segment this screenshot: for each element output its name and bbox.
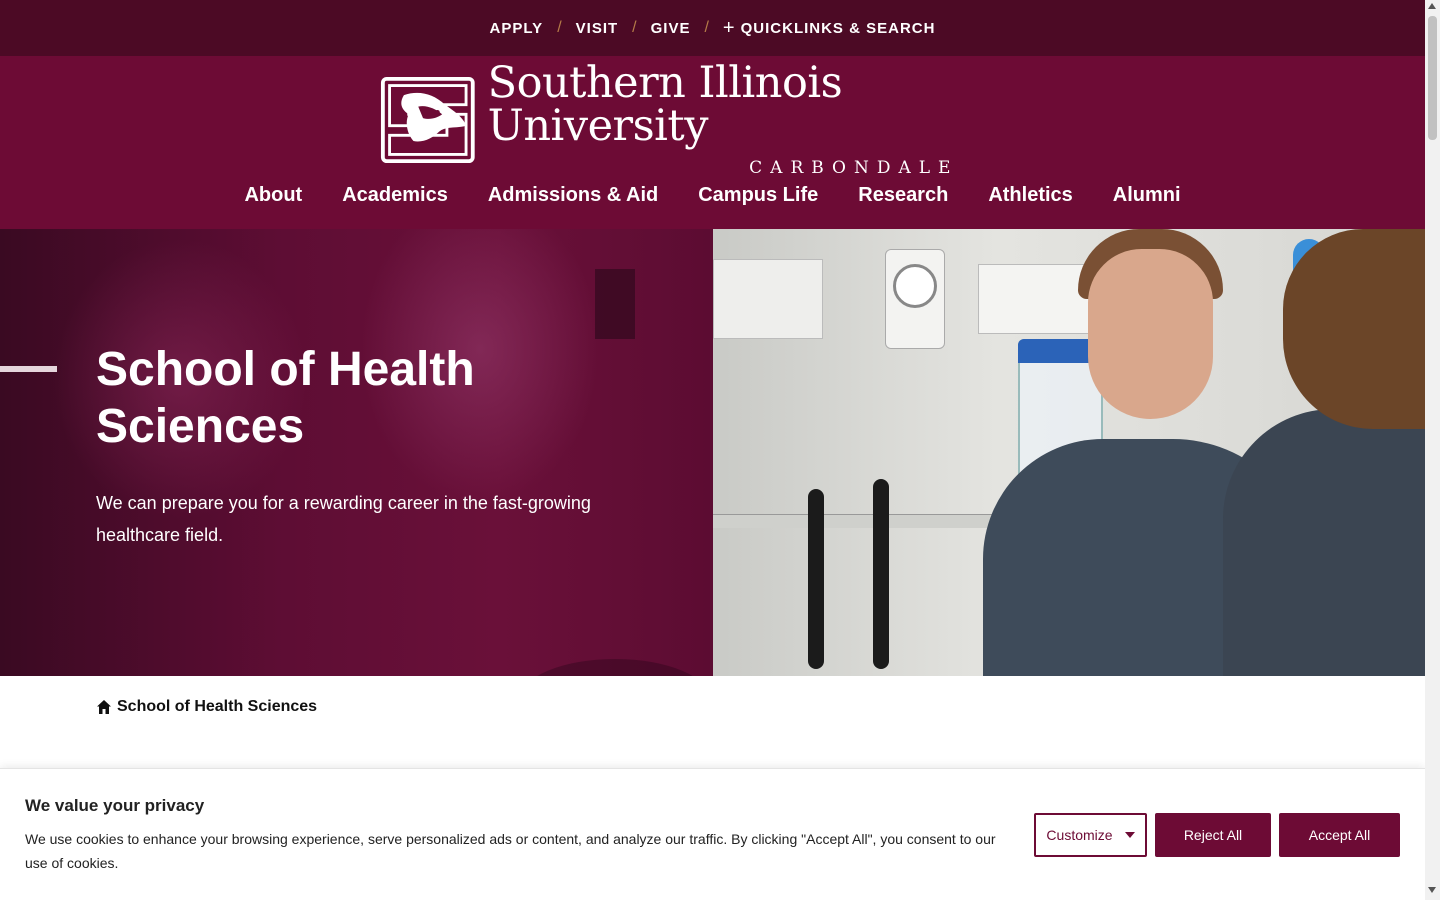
hero-background-shape: [520, 659, 710, 676]
university-logo[interactable]: Southern Illinois University CARBONDALE: [380, 62, 1050, 178]
customize-button[interactable]: Customize: [1034, 813, 1147, 857]
hero-background-shape: [595, 269, 635, 339]
separator: /: [632, 19, 637, 36]
nav-about[interactable]: About: [244, 184, 302, 214]
nav-academics[interactable]: Academics: [342, 184, 448, 214]
quicklinks-search-button[interactable]: + QUICKLINKS & SEARCH: [723, 18, 936, 38]
photo-ophthalmoscope: [873, 479, 889, 669]
page-scrollbar[interactable]: [1425, 0, 1440, 900]
give-link[interactable]: GIVE: [651, 20, 691, 37]
saluki-logo-icon: [380, 76, 475, 164]
separator: /: [557, 19, 562, 36]
university-name: Southern Illinois University: [487, 58, 843, 151]
nav-admissions-aid[interactable]: Admissions & Aid: [488, 184, 658, 214]
photo-panel: [713, 259, 823, 339]
caret-down-icon: [1124, 832, 1135, 838]
scroll-up-arrow-icon[interactable]: [1428, 3, 1436, 9]
cookie-title: We value your privacy: [25, 796, 205, 815]
breadcrumb-current[interactable]: School of Health Sciences: [117, 698, 317, 716]
separator: /: [704, 19, 709, 36]
photo-gauge: [893, 264, 937, 308]
site-header: Southern Illinois University CARBONDALE …: [0, 56, 1425, 229]
nav-athletics[interactable]: Athletics: [988, 184, 1072, 214]
plus-icon: +: [722, 17, 735, 39]
cookie-text: We use cookies to enhance your browsing …: [25, 831, 996, 871]
reject-all-button[interactable]: Reject All: [1155, 813, 1271, 857]
breadcrumb: School of Health Sciences: [96, 698, 317, 716]
page-title: School of Health Sciences: [96, 343, 475, 453]
cookie-consent-banner: We value your privacy We use cookies to …: [0, 768, 1425, 900]
nav-campus-life[interactable]: Campus Life: [698, 184, 818, 214]
nav-research[interactable]: Research: [858, 184, 948, 214]
visit-link[interactable]: VISIT: [576, 20, 619, 37]
hero-description: We can prepare you for a rewarding caree…: [96, 493, 591, 545]
hero-photo: [713, 229, 1425, 676]
quicklinks-label: QUICKLINKS & SEARCH: [740, 19, 936, 37]
home-icon[interactable]: [96, 699, 112, 715]
photo-otoscope: [808, 489, 824, 669]
scroll-down-arrow-icon[interactable]: [1428, 887, 1436, 893]
photo-student-face: [1088, 249, 1213, 419]
nav-alumni[interactable]: Alumni: [1113, 184, 1181, 214]
apply-link[interactable]: APPLY: [490, 20, 544, 37]
accept-all-button[interactable]: Accept All: [1279, 813, 1400, 857]
scrollbar-thumb[interactable]: [1428, 16, 1437, 140]
logo-text: Southern Illinois University CARBONDALE: [487, 58, 1050, 179]
customize-label: Customize: [1046, 827, 1113, 843]
main-nav: About Academics Admissions & Aid Campus …: [0, 184, 1425, 214]
hero-accent-line: [0, 366, 57, 372]
campus-name: CARBONDALE: [749, 158, 959, 178]
photo-student-2-body: [1223, 409, 1425, 676]
hero-section: School of Health Sciences We can prepare…: [0, 229, 1425, 676]
utility-bar: APPLY / VISIT / GIVE / + QUICKLINKS & SE…: [0, 0, 1425, 56]
